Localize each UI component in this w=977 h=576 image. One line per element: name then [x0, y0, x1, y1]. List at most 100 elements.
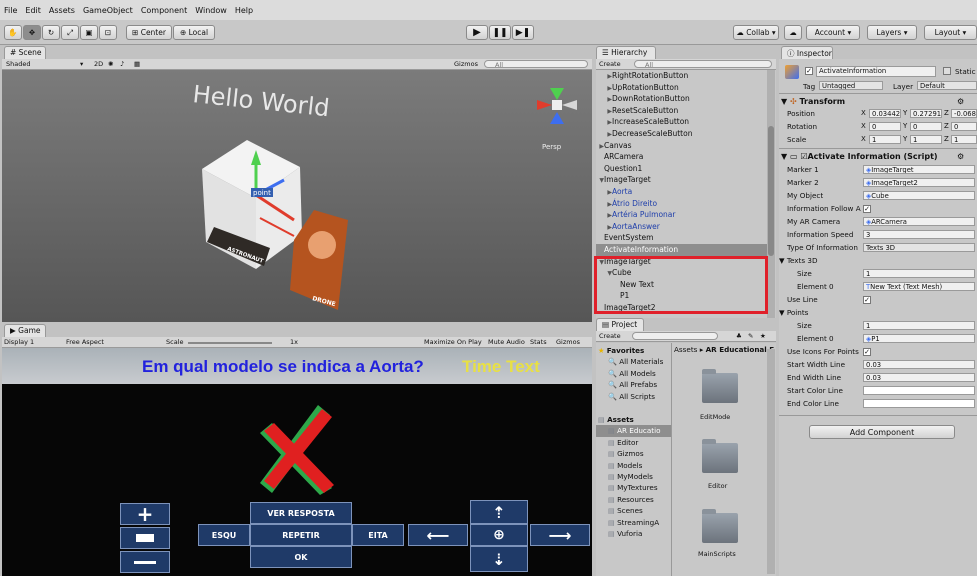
hierarchy-search-input[interactable]: All	[634, 60, 772, 69]
display-dropdown[interactable]: Display 1	[4, 338, 34, 346]
scale-y-field[interactable]: 1	[910, 135, 942, 144]
script-settings-icon[interactable]: ⚙	[957, 152, 964, 161]
collab-button[interactable]: ☁ Collab ▾	[733, 25, 779, 40]
favorite-item[interactable]: 🔍 All Materials	[596, 356, 671, 367]
rect-tool-icon[interactable]: ▣	[80, 25, 98, 40]
scene-view[interactable]: Hello World ASTRONAUT DRONE point Persp	[2, 70, 592, 322]
folder-editmode-icon[interactable]	[702, 369, 738, 403]
pivot-local-button[interactable]: ⊕ Local	[173, 25, 215, 40]
hierarchy-item[interactable]: EventSystem	[596, 232, 771, 244]
gizmos-dropdown[interactable]: Gizmos	[454, 60, 478, 68]
position-y-field[interactable]: 0.27291	[910, 109, 942, 118]
pivot-center-button[interactable]: ⊞ Center	[126, 25, 172, 40]
hierarchy-item[interactable]: ▶ Aorta	[596, 186, 771, 198]
asset-folder-item[interactable]: ▤ MyTextures	[596, 482, 671, 493]
type-dropdown[interactable]: Texts 3D	[863, 243, 975, 252]
asset-folder-item[interactable]: ▤ Scenes	[596, 505, 671, 516]
increase-scale-button[interactable]: +	[120, 502, 170, 526]
breadcrumb-assets[interactable]: Assets	[674, 345, 697, 354]
asset-folder-item[interactable]: ▤ Resources	[596, 494, 671, 505]
hierarchy-item[interactable]: ▶ Canvas	[596, 140, 771, 152]
hierarchy-item[interactable]: ▶ DownRotationButton	[596, 93, 771, 105]
hierarchy-item[interactable]: ▶ DecreaseScaleButton	[596, 128, 771, 140]
pause-button[interactable]: ❚❚	[489, 25, 511, 40]
hierarchy-item[interactable]: ActivateInformation	[596, 244, 771, 256]
position-z-field[interactable]: -0.068	[951, 109, 977, 118]
project-create-button[interactable]: Create	[599, 332, 621, 340]
game-view[interactable]: Em qual modelo se indica a Aorta? Time T…	[2, 348, 592, 576]
marker2-field[interactable]: ◈ImageTarget2	[863, 178, 975, 187]
menu-assets[interactable]: Assets	[49, 6, 75, 15]
esquerda-button[interactable]: ESQU	[198, 524, 250, 546]
hierarchy-item[interactable]: Question1	[596, 163, 771, 175]
tab-inspector[interactable]: ⓘ Inspector	[781, 46, 833, 59]
favorite-item[interactable]: 🔍 All Scripts	[596, 391, 671, 402]
follow-checkbox[interactable]: ✓	[863, 205, 871, 213]
layers-button[interactable]: Layers ▾	[867, 25, 917, 40]
scene-orientation-gizmo[interactable]	[537, 88, 577, 124]
hierarchy-scroll-thumb[interactable]	[768, 126, 774, 256]
menu-gameobject[interactable]: GameObject	[83, 6, 133, 15]
hierarchy-item[interactable]: ▶ Átrio Direito	[596, 198, 771, 210]
scene-search-input[interactable]: All	[484, 60, 588, 69]
mute-audio-toggle[interactable]: Mute Audio	[488, 338, 525, 346]
asset-folder-item[interactable]: ▤ StreamingA	[596, 517, 671, 528]
menu-component[interactable]: Component	[141, 6, 187, 15]
startwidth-field[interactable]: 0.03	[863, 360, 975, 369]
move-tool-icon[interactable]: ✥	[23, 25, 41, 40]
rotation-z-field[interactable]: 0	[951, 122, 977, 131]
shading-dropdown[interactable]: Shaded	[6, 60, 30, 68]
scale-tool-icon[interactable]: ⤢	[61, 25, 79, 40]
assets-section[interactable]: ▤ Assets	[596, 414, 671, 425]
tab-project[interactable]: ▤ Project	[596, 318, 644, 331]
rotate-up-button[interactable]: ⇡	[470, 500, 528, 524]
favorites-section[interactable]: ★ Favorites	[596, 345, 671, 356]
hierarchy-item[interactable]: ▶ AortaAnswer	[596, 221, 771, 233]
rotate-down-button[interactable]: ⇣	[470, 546, 528, 572]
transform-settings-icon[interactable]: ⚙	[957, 97, 964, 106]
hierarchy-scrollbar[interactable]	[767, 70, 775, 318]
hierarchy-item[interactable]: ▶ IncreaseScaleButton	[596, 116, 771, 128]
menu-file[interactable]: File	[4, 6, 17, 15]
reset-rotation-button[interactable]: ⊕	[470, 524, 528, 546]
scale-slider[interactable]	[188, 342, 272, 344]
active-checkbox[interactable]: ✓	[805, 67, 813, 75]
menu-window[interactable]: Window	[195, 6, 227, 15]
endwidth-field[interactable]: 0.03	[863, 373, 975, 382]
texts3d-foldout[interactable]: ▼ Texts 3D	[779, 255, 977, 266]
lighting-icon[interactable]: ✺	[108, 60, 113, 68]
hierarchy-item[interactable]: ▶ Artéria Pulmonar	[596, 209, 771, 221]
camera-field[interactable]: ◈ARCamera	[863, 217, 975, 226]
repetir-button[interactable]: REPETIR	[250, 524, 352, 546]
menu-edit[interactable]: Edit	[25, 6, 41, 15]
tab-hierarchy[interactable]: ☰ Hierarchy	[596, 46, 656, 59]
asset-folder-item[interactable]: ▤ MyModels	[596, 471, 671, 482]
points-element0-field[interactable]: ◈P1	[863, 334, 975, 343]
ver-resposta-button[interactable]: VER RESPOSTA	[250, 502, 352, 524]
project-search-input[interactable]	[632, 332, 718, 340]
folder-mainscripts-icon[interactable]	[702, 509, 738, 543]
direita-button[interactable]: EITA	[352, 524, 404, 546]
useicons-checkbox[interactable]: ✓	[863, 348, 871, 356]
rotate-right-button[interactable]: ⟶	[530, 524, 590, 546]
stats-toggle[interactable]: Stats	[530, 338, 547, 346]
hierarchy-item[interactable]: ▼ ImageTarget	[596, 174, 771, 186]
object-name-input[interactable]: ActivateInformation	[816, 66, 936, 77]
tab-scene[interactable]: # Scene	[4, 46, 46, 59]
filter-icon[interactable]: ♣	[736, 332, 742, 340]
hierarchy-create-button[interactable]: Create	[599, 60, 621, 68]
layout-button[interactable]: Layout ▾	[924, 25, 977, 40]
texts-size-field[interactable]: 1	[863, 269, 975, 278]
reset-scale-button[interactable]	[120, 527, 170, 549]
folder-editor-icon[interactable]	[702, 439, 738, 473]
add-component-button[interactable]: Add Component	[809, 425, 955, 439]
asset-folder-item[interactable]: ▤ Editor	[596, 437, 671, 448]
transform-tool-icon[interactable]: ⊡	[99, 25, 117, 40]
points-size-field[interactable]: 1	[863, 321, 975, 330]
marker1-field[interactable]: ◈ImageTarget	[863, 165, 975, 174]
points-foldout[interactable]: ▼ Points	[779, 307, 977, 318]
startcolor-field[interactable]	[863, 386, 975, 395]
star-icon[interactable]: ★	[760, 332, 766, 340]
game-gizmos-dropdown[interactable]: Gizmos	[556, 338, 580, 346]
rotation-x-field[interactable]: 0	[869, 122, 901, 131]
